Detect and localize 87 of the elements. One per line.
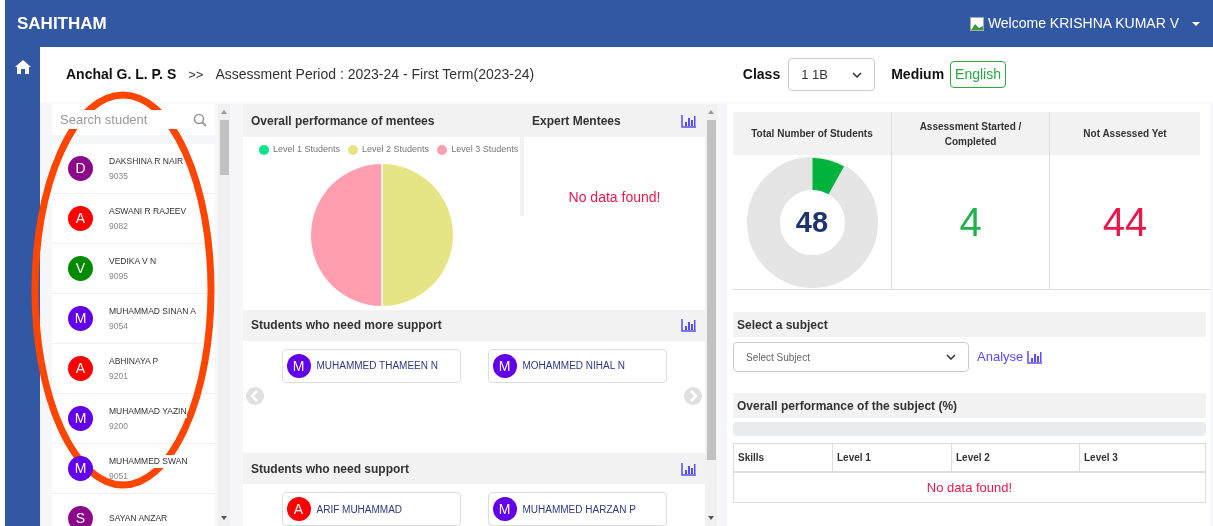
scroll-down-icon[interactable] [220,514,228,522]
medium-badge: English [950,61,1006,88]
section-title: Expert Mentees [532,112,621,130]
legend-label[interactable]: Level 2 Students [362,143,430,157]
avatar-initial: M [68,306,93,331]
student-list-item[interactable]: D DAKSHINA R NAIR 9035 [52,144,215,194]
medium-label: Medium [891,65,945,84]
started-count: 4 [959,199,982,246]
scrollbar-thumb[interactable] [706,120,716,460]
class-dropdown[interactable]: 1 1B [788,58,876,91]
student-id: 9095 [109,269,129,283]
stats-header: Assessment Started / Completed [891,112,1049,155]
student-id: 9054 [109,319,129,333]
scroll-up-icon[interactable] [220,108,228,116]
student-list-item[interactable]: S SAYAN ANZAR [52,494,215,526]
search-field[interactable]: Search student [52,104,215,135]
avatar-initial: M [492,353,517,378]
student-list-item[interactable]: A ASWANI R RAJEEV 9082 [52,194,215,244]
student-id: 9035 [109,169,129,183]
student-id: 9201 [109,369,129,383]
avatar-initial: D [68,156,93,181]
student-name: MUHAMMED HARZAN P [522,502,636,517]
class-label: Class [742,65,781,84]
avatar-initial: A [68,206,93,231]
section-title: Students who need more support [251,317,442,335]
subject-dropdown[interactable]: Select Subject [733,342,969,372]
legend-label[interactable]: Level 3 Students [451,143,519,157]
avatar-initial: V [68,256,93,281]
school-name: Anchal G. L. P. S [66,65,177,84]
student-card[interactable]: M MUHAMMED HARZAN P [487,492,667,526]
empty-message: No data found! [568,188,661,207]
student-id: 9051 [109,469,129,483]
table-header-cell: Level 1 [832,444,951,471]
student-name: MUHAMMED SWAN [109,454,188,468]
scroll-down-icon[interactable] [707,514,715,522]
avatar-initial: S [68,506,93,526]
student-list-item[interactable]: M MUHAMMED SWAN 9051 [52,444,215,494]
student-card[interactable]: M MOHAMMED NIHAL N [487,348,667,383]
student-name: MUHAMMED THAMEEN N [316,359,438,374]
table-header-cell: Level 3 [1079,444,1205,471]
section-title: Students who need support [251,460,409,478]
scrollbar[interactable] [218,104,230,526]
student-list-item[interactable]: M MUHAMMAD YAZIN 9200 [52,394,215,444]
user-menu[interactable]: Welcome KRISHNA KUMAR V [969,13,1201,34]
student-list-item[interactable]: V VEDIKA V N 9095 [52,244,215,294]
broken-image-icon [969,16,984,31]
scrollbar[interactable] [705,104,717,526]
stats-header: Not Assessed Yet [1049,112,1200,155]
assessment-period: Assessment Period : 2023-24 - First Term(2023-24) [215,65,535,84]
table-header-cell: Level 2 [951,444,1079,471]
student-name: MOHAMMED NIHAL N [522,359,625,374]
avatar-initial: A [286,497,311,521]
avatar-initial: A [68,356,93,381]
scrollbar-thumb[interactable] [219,120,229,175]
home-icon[interactable] [13,59,32,75]
student-card[interactable]: A ARIF MUHAMMAD [281,492,461,526]
caret-icon [1191,20,1201,27]
bar-chart-icon[interactable] [681,318,697,333]
table-header-cell-text: Skills [737,451,766,465]
breadcrumb-separator: >> [188,65,204,84]
section-title: Select a subject [737,316,828,334]
student-id: 9200 [109,419,129,433]
student-card[interactable]: M MUHAMMED THAMEEN N [281,348,461,383]
legend-label[interactable]: Level 1 Students [273,143,341,157]
empty-message: No data found! [926,478,1013,497]
chevron-down-icon [852,71,863,78]
student-list-item[interactable]: A ABHINAYA P 9201 [52,344,215,394]
chevron-down-icon [946,354,956,360]
student-list-item[interactable]: M MUHAMMAD SINAN A 9054 [52,294,215,344]
avatar-initial: M [68,406,93,431]
brand-name[interactable]: SAHITHAM [17,10,107,37]
search-icon [193,112,207,127]
total-count: 48 [795,207,829,237]
avatar-initial: M [492,497,517,521]
not-assessed-count: 44 [1102,199,1148,246]
avatar-initial: M [286,353,311,378]
section-title: Overall performance of mentees [251,112,435,130]
analyse-link[interactable]: Analyse [977,347,1044,367]
student-name: ARIF MUHAMMAD [316,502,403,517]
stats-header: Total Number of Students [733,112,891,155]
scroll-up-icon[interactable] [707,108,715,116]
section-title: Overall performance of the subject (%) [737,397,958,415]
avatar-initial: M [68,456,93,481]
student-id: 9082 [109,219,129,233]
bar-chart-icon[interactable] [681,461,697,476]
bar-chart-icon[interactable] [681,113,697,128]
bar-chart-icon[interactable] [1027,350,1044,364]
